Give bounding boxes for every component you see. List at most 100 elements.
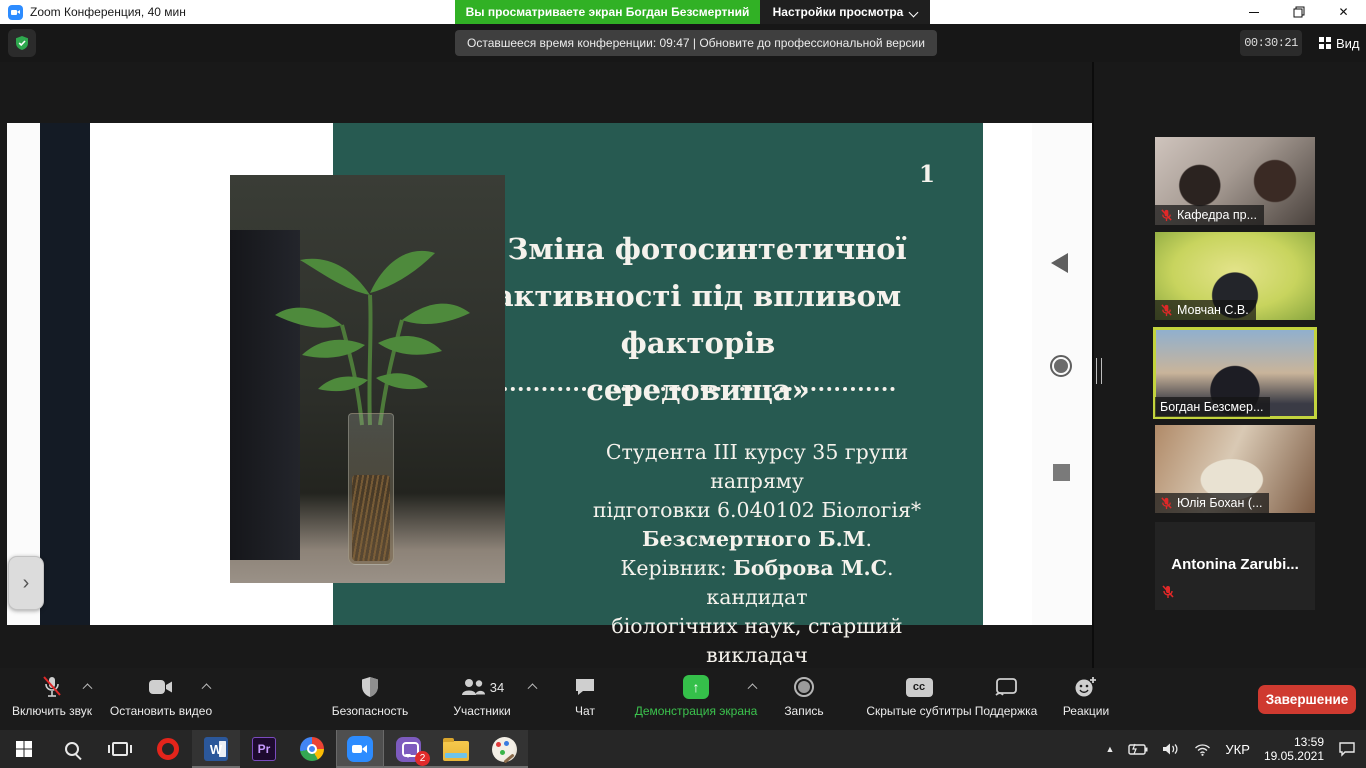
restore-button[interactable] bbox=[1276, 0, 1321, 24]
participants-options-chevron[interactable] bbox=[528, 683, 538, 693]
taskbar-word[interactable]: W bbox=[192, 730, 240, 768]
editor-side-strip bbox=[40, 123, 90, 625]
slide-title: «Зміна фотосинтетичної активності під вп… bbox=[428, 226, 968, 414]
participant-tile-antonina[interactable]: Antonina Zarubi... bbox=[1155, 522, 1315, 610]
taskbar-paint[interactable] bbox=[480, 730, 528, 768]
close-button[interactable]: ✕ bbox=[1321, 0, 1366, 24]
paint-icon bbox=[492, 737, 517, 762]
participants-count: 34 bbox=[490, 680, 504, 695]
plant-roots bbox=[352, 475, 390, 561]
slide-title-line1: «Зміна фотосинтетичної bbox=[428, 226, 968, 273]
taskbar-zoom[interactable] bbox=[336, 730, 384, 768]
closed-captions-button[interactable]: cc Скрытые субтитры bbox=[858, 675, 980, 718]
shield-check-icon bbox=[14, 35, 30, 51]
slide-body-line4: Керівник: Боброва М.С. кандидат bbox=[582, 554, 932, 612]
record-icon bbox=[794, 677, 814, 697]
expand-panel-button[interactable]: › bbox=[8, 556, 44, 610]
premiere-icon: Pr bbox=[252, 737, 276, 761]
cc-icon: cc bbox=[906, 678, 933, 697]
tray-time: 13:59 bbox=[1264, 735, 1324, 749]
editor-left-panel bbox=[7, 123, 40, 625]
hidden-icons-chevron[interactable]: ▲ bbox=[1106, 744, 1115, 754]
chevron-down-icon bbox=[909, 7, 919, 17]
taskbar-chrome[interactable] bbox=[288, 730, 336, 768]
restore-icon bbox=[1293, 6, 1305, 18]
taskbar-viber[interactable]: 2 bbox=[384, 730, 432, 768]
taskbar-premiere[interactable]: Pr bbox=[240, 730, 288, 768]
security-label: Безопасность bbox=[332, 704, 409, 718]
system-tray: ▲ УКР 13:59 19.05.2021 bbox=[1106, 730, 1366, 768]
slide-body-line5: біологічних наук, старший викладач bbox=[582, 612, 932, 670]
minimize-icon bbox=[1249, 12, 1259, 13]
chevron-right-icon: › bbox=[23, 572, 30, 595]
reactions-button[interactable]: Реакции bbox=[1052, 675, 1120, 718]
clock[interactable]: 13:59 19.05.2021 bbox=[1264, 735, 1324, 763]
view-mode-button[interactable]: Вид bbox=[1311, 30, 1366, 56]
participant-name-label: Antonina Zarubi... bbox=[1155, 556, 1315, 573]
panel-resize-handle[interactable] bbox=[1096, 358, 1102, 384]
element-tools-column bbox=[1032, 123, 1092, 625]
remaining-time-pill[interactable]: Оставшееся время конференции: 09:47 | Об… bbox=[455, 30, 937, 56]
stop-video-button[interactable]: Остановить видео bbox=[110, 675, 212, 718]
participant-tile-kafedra[interactable]: Кафедра пр... bbox=[1155, 137, 1315, 225]
meeting-info-bar: Оставшееся время конференции: 09:47 | Об… bbox=[0, 24, 1366, 62]
muted-mic-icon bbox=[1160, 497, 1173, 510]
taskbar-file-explorer[interactable] bbox=[432, 730, 480, 768]
wifi-icon[interactable] bbox=[1194, 743, 1211, 756]
slide-canvas: 1 «Зміна фотосинтетичної активності під … bbox=[90, 123, 1032, 625]
chat-button[interactable]: Чат bbox=[556, 675, 614, 718]
windows-taskbar: W Pr 2 ▲ УКР 13:59 19.05.2021 bbox=[0, 730, 1366, 768]
participant-name-label: Богдан Безсмер... bbox=[1155, 397, 1270, 417]
support-screen-icon bbox=[994, 677, 1018, 697]
muted-mic-icon bbox=[41, 675, 63, 699]
chat-bubble-icon bbox=[574, 677, 596, 697]
tray-date: 19.05.2021 bbox=[1264, 749, 1324, 763]
zoom-app-icon bbox=[8, 5, 23, 20]
window-titlebar: Zoom Конференция, 40 мин Вы просматривае… bbox=[0, 0, 1366, 24]
participant-tile-yulia[interactable]: Юлія Бохан (... bbox=[1155, 425, 1315, 513]
chrome-icon bbox=[300, 737, 324, 761]
battery-icon[interactable] bbox=[1128, 743, 1148, 755]
support-label: Поддержка bbox=[975, 704, 1038, 718]
minimize-button[interactable] bbox=[1231, 0, 1276, 24]
screen-share-label: Демонстрация экрана bbox=[635, 704, 758, 718]
screen-share-banner: Вы просматриваете экран Богдан Безсмертн… bbox=[455, 0, 760, 24]
participants-button[interactable]: 34 Участники bbox=[440, 675, 524, 718]
muted-mic-icon bbox=[1160, 304, 1173, 317]
circle-tool-icon[interactable] bbox=[1050, 355, 1072, 377]
security-shield-button[interactable] bbox=[8, 29, 36, 57]
view-settings-label: Настройки просмотра bbox=[773, 5, 904, 19]
search-button[interactable] bbox=[48, 730, 96, 768]
participant-tile-bogdan-active-speaker[interactable]: Богдан Безсмер... bbox=[1155, 329, 1315, 417]
security-shield-icon bbox=[360, 676, 380, 698]
reactions-label: Реакции bbox=[1063, 704, 1109, 718]
muted-mic-icon-wrap bbox=[1161, 585, 1175, 604]
taskbar-opera[interactable] bbox=[144, 730, 192, 768]
screen-share-button[interactable]: ↑ Демонстрация экрана bbox=[630, 675, 762, 718]
viber-notification-badge: 2 bbox=[415, 751, 430, 766]
security-button[interactable]: Безопасность bbox=[330, 675, 410, 718]
unmute-button[interactable]: Включить звук bbox=[10, 675, 94, 718]
view-settings-button[interactable]: Настройки просмотра bbox=[760, 0, 930, 24]
plant-photo bbox=[230, 175, 505, 583]
chat-label: Чат bbox=[575, 704, 595, 718]
view-mode-label: Вид bbox=[1336, 36, 1360, 51]
support-button[interactable]: Поддержка bbox=[968, 675, 1044, 718]
square-tool-icon[interactable] bbox=[1053, 464, 1070, 481]
language-indicator[interactable]: УКР bbox=[1225, 742, 1250, 757]
record-button[interactable]: Запись bbox=[776, 675, 832, 718]
start-button[interactable] bbox=[0, 730, 48, 768]
participant-tile-movchan[interactable]: Мовчан С.В. bbox=[1155, 232, 1315, 320]
participants-icon bbox=[460, 677, 486, 697]
end-meeting-button[interactable]: Завершение bbox=[1258, 685, 1356, 714]
slide-body-text: Студента ІІІ курсу 35 групи напряму підг… bbox=[582, 438, 932, 670]
slide-body-line1: Студента ІІІ курсу 35 групи напряму bbox=[582, 438, 932, 496]
action-center-icon[interactable] bbox=[1338, 741, 1356, 757]
task-view-icon bbox=[112, 742, 128, 756]
volume-icon[interactable] bbox=[1162, 742, 1180, 756]
close-icon: ✕ bbox=[1338, 5, 1348, 19]
triangle-tool-icon[interactable] bbox=[1051, 253, 1068, 273]
participant-name-label: Мовчан С.В. bbox=[1155, 300, 1256, 320]
stop-video-label: Остановить видео bbox=[110, 704, 212, 718]
task-view-button[interactable] bbox=[96, 730, 144, 768]
